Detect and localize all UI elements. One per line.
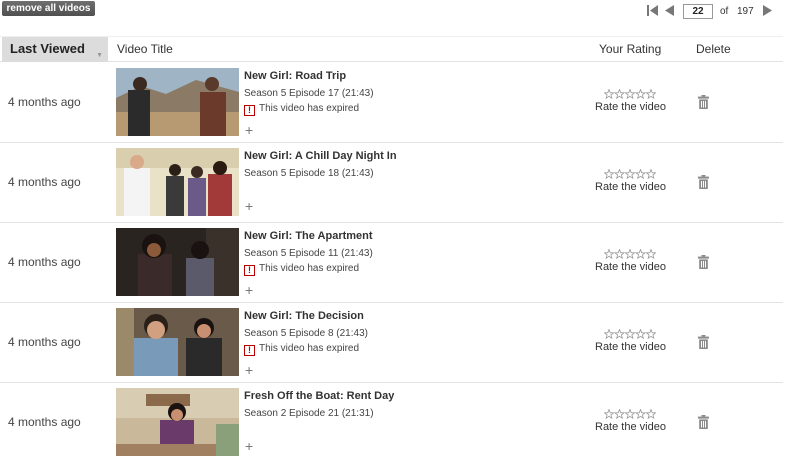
star-icon[interactable]	[624, 249, 636, 259]
video-thumbnail[interactable]	[116, 228, 239, 296]
first-page-icon[interactable]	[647, 5, 658, 16]
exclamation-icon: !	[244, 105, 255, 116]
last-viewed-time: 4 months ago	[8, 415, 81, 429]
expired-text: This video has expired	[259, 263, 360, 274]
video-thumbnail[interactable]	[116, 308, 239, 376]
expired-text: This video has expired	[259, 103, 360, 114]
star-icon[interactable]	[645, 409, 656, 419]
star-icon[interactable]	[604, 169, 615, 179]
expired-notice: ! This video has expired	[244, 103, 359, 116]
pagination: 22 of 197	[641, 2, 791, 20]
episode-info: Season 5 Episode 8 (21:43)	[244, 328, 368, 339]
prev-page-icon[interactable]	[665, 5, 674, 16]
star-icon[interactable]	[645, 89, 656, 99]
star-icon[interactable]	[634, 249, 647, 259]
add-icon[interactable]: +	[245, 199, 253, 213]
empty-star-icon[interactable]	[604, 249, 656, 259]
star-icon[interactable]	[604, 409, 615, 419]
table-row: 4 months ago New Girl: The Decision Seas…	[0, 303, 783, 383]
star-icon[interactable]	[634, 409, 647, 419]
trash-icon[interactable]	[698, 255, 709, 269]
last-viewed-time: 4 months ago	[8, 255, 81, 269]
episode-info: Season 5 Episode 18 (21:43)	[244, 168, 374, 179]
rate-video-link[interactable]: Rate the video	[595, 181, 666, 193]
table-row: 4 months ago New Girl: Road Trip Season …	[0, 63, 783, 143]
column-video-title: Video Title	[117, 42, 173, 56]
empty-star-icon[interactable]	[604, 89, 656, 99]
episode-info: Season 5 Episode 11 (21:43)	[244, 248, 373, 259]
add-icon[interactable]: +	[245, 123, 253, 137]
rate-video-link[interactable]: Rate the video	[595, 421, 666, 433]
video-thumbnail[interactable]	[116, 148, 239, 216]
rate-video-link[interactable]: Rate the video	[595, 341, 666, 353]
video-list: 4 months ago New Girl: Road Trip Season …	[0, 63, 783, 457]
star-icon[interactable]	[624, 169, 636, 179]
star-icon[interactable]	[624, 89, 636, 99]
column-last-viewed-label: Last Viewed	[10, 41, 85, 56]
table-header: Last Viewed ▼ Video Title Your Rating De…	[0, 36, 783, 62]
star-icon[interactable]	[634, 89, 647, 99]
add-icon[interactable]: +	[245, 363, 253, 377]
last-viewed-time: 4 months ago	[8, 335, 81, 349]
star-icon[interactable]	[645, 249, 656, 259]
star-icon[interactable]	[634, 169, 647, 179]
add-icon[interactable]: +	[245, 439, 253, 453]
trash-icon[interactable]	[698, 175, 709, 189]
pager-total: 197	[737, 6, 754, 17]
exclamation-icon: !	[244, 265, 255, 276]
star-icon[interactable]	[613, 89, 626, 99]
column-your-rating: Your Rating	[599, 42, 662, 56]
last-viewed-time: 4 months ago	[8, 95, 81, 109]
pager-of-label: of	[720, 6, 729, 17]
trash-icon[interactable]	[698, 335, 709, 349]
table-row: 4 months ago New Girl: A Chill Day Night…	[0, 143, 783, 223]
empty-star-icon[interactable]	[604, 329, 656, 339]
star-icon[interactable]	[604, 329, 615, 339]
expired-notice: ! This video has expired	[244, 263, 359, 276]
star-icon[interactable]	[624, 409, 636, 419]
exclamation-icon: !	[244, 345, 255, 356]
empty-star-icon[interactable]	[604, 169, 656, 179]
video-title[interactable]: New Girl: Road Trip	[244, 70, 346, 82]
remove-all-videos-button[interactable]: remove all videos	[2, 1, 95, 16]
video-title[interactable]: New Girl: The Decision	[244, 310, 364, 322]
rate-video-link[interactable]: Rate the video	[595, 101, 666, 113]
trash-icon[interactable]	[698, 95, 709, 109]
star-icon[interactable]	[645, 329, 656, 339]
star-icon[interactable]	[613, 169, 626, 179]
toolbar: remove all videos 22 of 197	[0, 0, 791, 30]
video-title[interactable]: New Girl: A Chill Day Night In	[244, 150, 397, 162]
empty-star-icon[interactable]	[604, 409, 656, 419]
video-title[interactable]: New Girl: The Apartment	[244, 230, 373, 242]
star-icon[interactable]	[613, 409, 626, 419]
video-title[interactable]: Fresh Off the Boat: Rent Day	[244, 390, 394, 402]
star-icon[interactable]	[604, 249, 615, 259]
episode-info: Season 5 Episode 17 (21:43)	[244, 88, 374, 99]
column-delete: Delete	[696, 42, 731, 56]
table-row: 4 months ago New Girl: The Apartment Sea…	[0, 223, 783, 303]
video-thumbnail[interactable]	[116, 388, 239, 456]
star-icon[interactable]	[613, 249, 626, 259]
trash-icon[interactable]	[698, 415, 709, 429]
star-icon[interactable]	[634, 329, 647, 339]
expired-notice: ! This video has expired	[244, 343, 359, 356]
rate-video-link[interactable]: Rate the video	[595, 261, 666, 273]
expired-text: This video has expired	[259, 343, 360, 354]
video-thumbnail[interactable]	[116, 68, 239, 136]
star-icon[interactable]	[604, 89, 615, 99]
last-viewed-time: 4 months ago	[8, 175, 81, 189]
star-icon[interactable]	[624, 329, 636, 339]
column-last-viewed[interactable]: Last Viewed ▼	[2, 37, 108, 62]
star-icon[interactable]	[613, 329, 626, 339]
star-icon[interactable]	[645, 169, 656, 179]
page-number-input[interactable]: 22	[683, 4, 713, 19]
table-row: 4 months ago Fresh Off the Boat: Rent Da…	[0, 383, 783, 457]
next-page-icon[interactable]	[763, 5, 772, 16]
episode-info: Season 2 Episode 21 (21:31)	[244, 408, 374, 419]
add-icon[interactable]: +	[245, 283, 253, 297]
